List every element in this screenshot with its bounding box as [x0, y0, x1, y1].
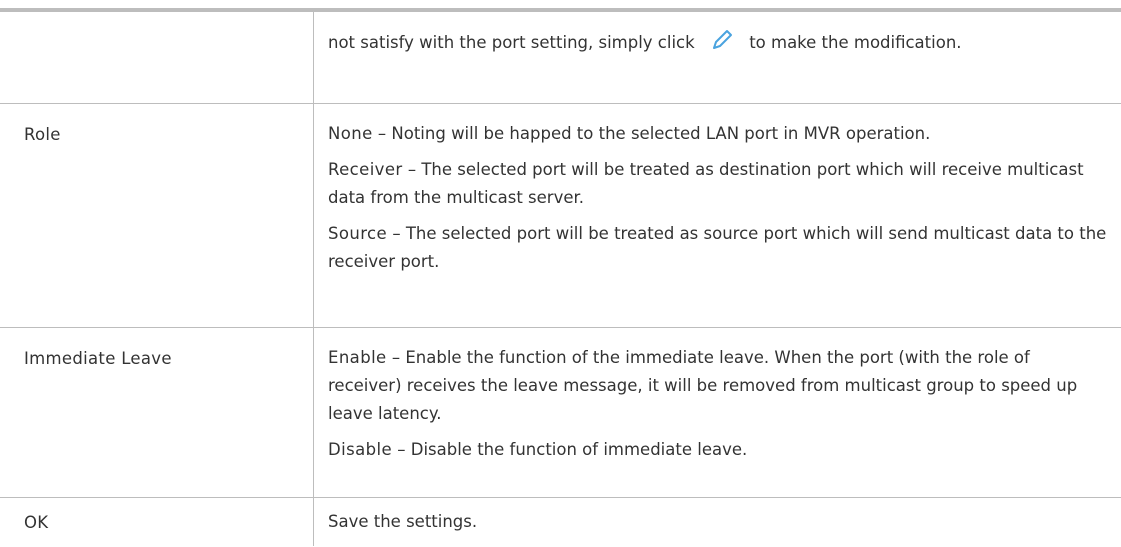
term-role: Role — [24, 125, 61, 144]
item-text: – The selected port will be treated as d… — [328, 160, 1084, 207]
description-cell: not satisfy with the port setting, simpl… — [328, 28, 1108, 65]
pencil-icon — [700, 28, 744, 56]
table-row: not satisfy with the port setting, simpl… — [0, 12, 1121, 104]
list-item: None – Noting will be happed to the sele… — [328, 120, 1108, 148]
item-text: – Enable the function of the immediate l… — [328, 348, 1078, 423]
table-row: OK Save the settings. — [0, 498, 1121, 547]
keyword-none: None — [328, 124, 373, 143]
description-cell: Save the settings. — [328, 508, 1108, 544]
keyword-disable: Disable — [328, 440, 393, 459]
term-ok: OK — [24, 513, 49, 532]
keyword-source: Source — [328, 224, 388, 243]
list-item: Enable – Enable the function of the imme… — [328, 344, 1108, 428]
description-text: to make the modification. — [749, 33, 962, 52]
description-cell: None – Noting will be happed to the sele… — [328, 120, 1108, 284]
list-item: Source – The selected port will be treat… — [328, 220, 1108, 276]
list-item: Receiver – The selected port will be tre… — [328, 156, 1108, 212]
term-immediate-leave: Immediate Leave — [24, 349, 172, 368]
item-text: – The selected port will be treated as s… — [328, 224, 1107, 271]
description-cell: Enable – Enable the function of the imme… — [328, 344, 1108, 472]
description-text: Save the settings. — [328, 512, 478, 531]
item-text: – Disable the function of immediate leav… — [392, 440, 748, 459]
list-item: Disable – Disable the function of immedi… — [328, 436, 1108, 464]
item-text: – Noting will be happed to the selected … — [372, 124, 931, 143]
table-row: Role None – Noting will be happed to the… — [0, 104, 1121, 328]
description-text: not satisfy with the port setting, simpl… — [328, 33, 695, 52]
table-row: Immediate Leave Enable – Enable the func… — [0, 328, 1121, 498]
keyword-enable: Enable — [328, 348, 387, 367]
keyword-receiver: Receiver — [328, 160, 403, 179]
